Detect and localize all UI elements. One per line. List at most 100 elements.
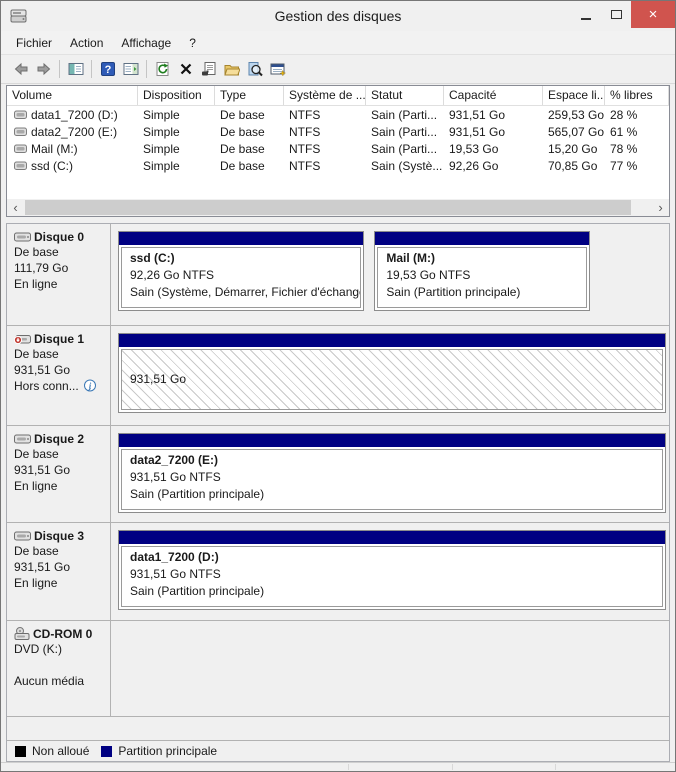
column-header-capacite[interactable]: Capacité xyxy=(444,86,543,105)
graph-empty-area xyxy=(7,717,669,740)
disk-row-1: Disque 1 De base 931,51 Go Hors conn... … xyxy=(7,326,669,426)
cell-capacite: 931,51 Go xyxy=(444,125,543,139)
cell-systeme: NTFS xyxy=(284,159,366,173)
action-pane-button[interactable] xyxy=(119,58,142,80)
partition-data2-e[interactable]: data2_7200 (E:) 931,51 Go NTFS Sain (Par… xyxy=(118,433,666,513)
partition-data1-d[interactable]: data1_7200 (D:) 931,51 Go NTFS Sain (Par… xyxy=(118,530,666,610)
column-header-espace[interactable]: Espace li... xyxy=(543,86,605,105)
disk-status: En ligne xyxy=(14,575,106,591)
partition-mail-m[interactable]: Mail (M:) 19,53 Go NTFS Sain (Partition … xyxy=(374,231,590,311)
status-divider xyxy=(348,764,349,770)
table-row[interactable]: ssd (C:) Simple De base NTFS Sain (Systè… xyxy=(7,157,669,174)
menu-help[interactable]: ? xyxy=(180,33,205,53)
disk2-label[interactable]: Disque 2 De base 931,51 Go En ligne xyxy=(7,426,111,522)
refresh-button[interactable] xyxy=(151,58,174,80)
menu-affichage[interactable]: Affichage xyxy=(112,33,180,53)
column-header-type[interactable]: Type xyxy=(215,86,284,105)
menu-action[interactable]: Action xyxy=(61,33,112,53)
disk-type: De base xyxy=(14,244,106,260)
maximize-button[interactable] xyxy=(601,1,631,28)
cell-libres: 77 % xyxy=(605,159,669,173)
disk-type: De base xyxy=(14,543,106,559)
legend-swatch-primary xyxy=(101,746,112,757)
column-header-volume[interactable]: Volume xyxy=(7,86,138,105)
cell-type: De base xyxy=(215,142,284,156)
open-folder-button[interactable] xyxy=(220,58,243,80)
menu-fichier[interactable]: Fichier xyxy=(7,33,61,53)
title-bar[interactable]: Gestion des disques × xyxy=(1,1,675,31)
column-header-statut[interactable]: Statut xyxy=(366,86,444,105)
partition-color-bar xyxy=(375,232,589,245)
table-row[interactable]: Mail (M:) Simple De base NTFS Sain (Part… xyxy=(7,140,669,157)
cell-espace: 70,85 Go xyxy=(543,159,605,173)
disk-status: Hors conn... xyxy=(14,378,79,394)
scroll-right-icon[interactable]: › xyxy=(652,199,669,216)
cell-disposition: Simple xyxy=(138,108,215,122)
disk3-strips: data1_7200 (D:) 931,51 Go NTFS Sain (Par… xyxy=(111,523,669,620)
disk-management-button[interactable] xyxy=(266,58,289,80)
table-row[interactable]: data1_7200 (D:) Simple De base NTFS Sain… xyxy=(7,106,669,123)
cdrom-label[interactable]: CD-ROM 0 DVD (K:) Aucun média xyxy=(7,621,111,716)
cdrom-icon xyxy=(14,627,30,641)
properties-button[interactable] xyxy=(197,58,220,80)
menu-bar: Fichier Action Affichage ? xyxy=(1,31,675,55)
scroll-left-icon[interactable]: ‹ xyxy=(7,199,24,216)
delete-button[interactable] xyxy=(174,58,197,80)
partition-status: Sain (Système, Démarrer, Fichier d'échan… xyxy=(130,284,352,301)
column-header-libres[interactable]: % libres xyxy=(605,86,669,105)
cdrom-strips xyxy=(111,621,669,716)
disk-type: De base xyxy=(14,446,106,462)
column-header-disposition[interactable]: Disposition xyxy=(138,86,215,105)
minimize-button[interactable] xyxy=(571,1,601,28)
back-icon xyxy=(13,61,29,77)
disk-management-icon xyxy=(270,61,286,77)
minimize-icon xyxy=(581,18,591,20)
partition-name: Mail (M:) xyxy=(386,250,578,267)
disk-row-3: Disque 3 De base 931,51 Go En ligne data… xyxy=(7,523,669,621)
table-row[interactable]: data2_7200 (E:) Simple De base NTFS Sain… xyxy=(7,123,669,140)
zoom-button[interactable] xyxy=(243,58,266,80)
partition-color-bar xyxy=(119,531,665,544)
partition-name: data1_7200 (D:) xyxy=(130,549,654,566)
partition-color-bar xyxy=(119,334,665,347)
forward-button[interactable] xyxy=(32,58,55,80)
disk3-label[interactable]: Disque 3 De base 931,51 Go En ligne xyxy=(7,523,111,620)
cdrom-drive: DVD (K:) xyxy=(14,641,106,657)
console-tree-icon xyxy=(68,61,84,77)
disk1-label[interactable]: Disque 1 De base 931,51 Go Hors conn... … xyxy=(7,326,111,425)
horizontal-scrollbar[interactable]: ‹ › xyxy=(7,199,669,216)
unallocated-size: 931,51 Go xyxy=(130,371,186,388)
disk-title: Disque 2 xyxy=(34,432,84,446)
disk-icon xyxy=(14,433,31,445)
info-icon[interactable]: i xyxy=(83,379,97,393)
disk-row-2: Disque 2 De base 931,51 Go En ligne data… xyxy=(7,426,669,523)
disk-size: 931,51 Go xyxy=(14,559,106,575)
status-bar xyxy=(1,762,675,771)
cell-libres: 28 % xyxy=(605,108,669,122)
volume-name: data2_7200 (E:) xyxy=(31,125,117,139)
cell-capacite: 19,53 Go xyxy=(444,142,543,156)
help-icon: ? xyxy=(100,61,116,77)
close-button[interactable]: × xyxy=(631,1,675,28)
console-tree-button[interactable] xyxy=(64,58,87,80)
cell-espace: 565,07 Go xyxy=(543,125,605,139)
scrollbar-thumb[interactable] xyxy=(25,200,631,215)
disk0-strips: ssd (C:) 92,26 Go NTFS Sain (Système, Dé… xyxy=(111,224,669,325)
disk0-label[interactable]: Disque 0 De base 111,79 Go En ligne xyxy=(7,224,111,325)
cell-statut: Sain (Parti... xyxy=(366,108,444,122)
cdrom-spacer xyxy=(14,657,106,673)
disk-title: Disque 1 xyxy=(34,332,84,346)
cell-disposition: Simple xyxy=(138,125,215,139)
partition-ssd-c[interactable]: ssd (C:) 92,26 Go NTFS Sain (Système, Dé… xyxy=(118,231,364,311)
disk-icon xyxy=(14,231,31,243)
unallocated-region[interactable]: 931,51 Go xyxy=(118,333,666,413)
refresh-icon xyxy=(155,61,171,77)
column-header-systeme[interactable]: Système de ... xyxy=(284,86,366,105)
disk-title: Disque 3 xyxy=(34,529,84,543)
partition-size: 931,51 Go NTFS xyxy=(130,566,654,583)
cell-systeme: NTFS xyxy=(284,125,366,139)
help-button[interactable]: ? xyxy=(96,58,119,80)
cell-systeme: NTFS xyxy=(284,108,366,122)
disk-status: En ligne xyxy=(14,478,106,494)
back-button[interactable] xyxy=(9,58,32,80)
